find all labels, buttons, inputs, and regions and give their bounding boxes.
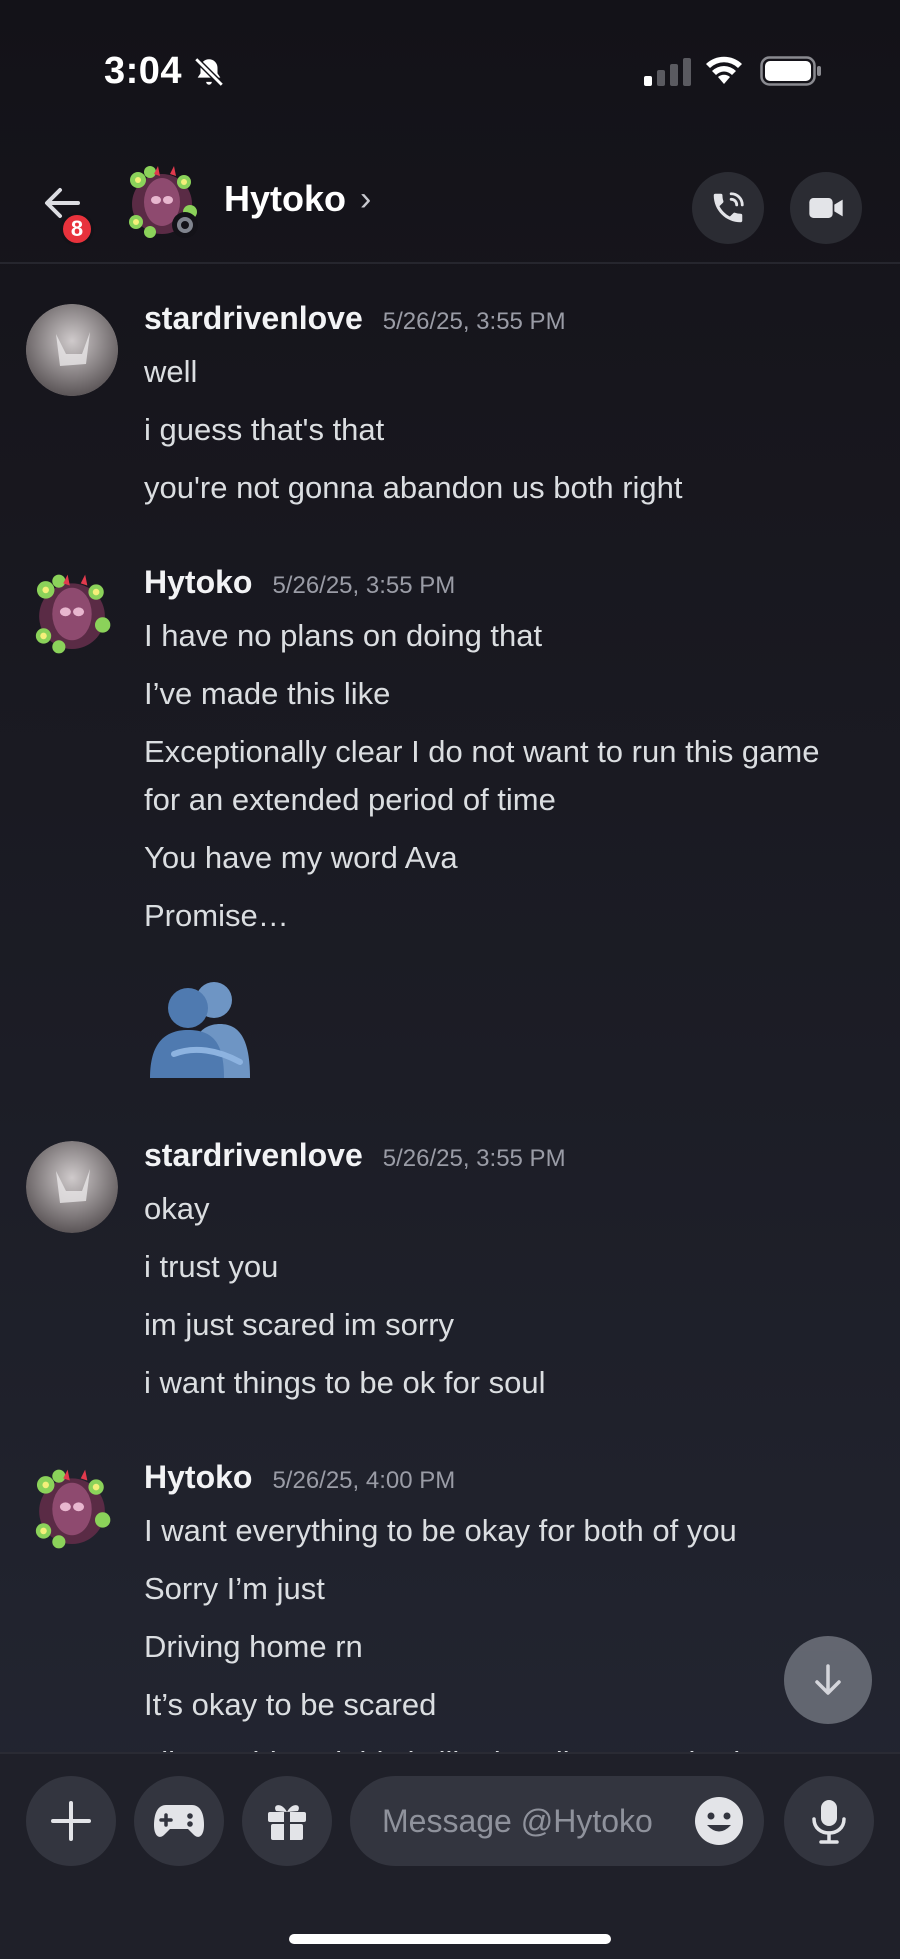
message-list[interactable]: stardrivenlove 5/26/25, 3:55 PM well i g… xyxy=(0,300,900,1752)
activities-button[interactable] xyxy=(134,1776,224,1866)
message-group: Hytoko 5/26/25, 4:00 PM I want everythin… xyxy=(0,1459,900,1752)
message-text[interactable]: I want everything to be okay for both of… xyxy=(144,1507,900,1555)
message-text[interactable]: Exceptionally clear I do not want to run… xyxy=(144,728,900,824)
message-group: stardrivenlove 5/26/25, 3:55 PM well i g… xyxy=(0,300,900,512)
message-group: Hytoko 5/26/25, 3:55 PM I have no plans … xyxy=(0,564,900,1085)
chevron-right-icon: › xyxy=(360,179,372,218)
message-username[interactable]: Hytoko xyxy=(144,564,252,601)
gift-icon xyxy=(268,1805,306,1840)
hytoko-avatar[interactable] xyxy=(26,1463,118,1555)
add-attachment-button[interactable] xyxy=(26,1776,116,1866)
message-timestamp: 5/26/25, 3:55 PM xyxy=(382,308,566,335)
wifi-icon xyxy=(706,56,742,84)
message-text[interactable]: Promise… xyxy=(144,892,900,940)
hytoko-avatar[interactable] xyxy=(26,568,118,660)
message-input[interactable] xyxy=(382,1802,682,1840)
message-text[interactable]: i guess that's that xyxy=(144,406,900,454)
video-camera-icon xyxy=(809,198,843,218)
gift-button[interactable] xyxy=(242,1776,332,1866)
phone-icon xyxy=(713,192,744,223)
message-text[interactable]: well xyxy=(144,348,900,396)
cellular-signal-icon xyxy=(644,58,691,86)
status-bar: 3:04 xyxy=(0,0,900,130)
message-timestamp: 5/26/25, 3:55 PM xyxy=(382,1145,566,1172)
idle-status-indicator xyxy=(172,212,198,238)
message-composer xyxy=(0,1752,900,1959)
home-indicator[interactable] xyxy=(289,1934,611,1944)
message-input-container[interactable] xyxy=(350,1776,764,1866)
message-username[interactable]: stardrivenlove xyxy=(144,300,363,337)
bell-off-icon xyxy=(194,57,224,87)
voice-call-button[interactable] xyxy=(692,172,764,244)
contact-name-button[interactable]: Hytoko › xyxy=(224,178,371,220)
message-text[interactable]: i trust you xyxy=(144,1243,900,1291)
emoji-icon[interactable] xyxy=(694,1796,744,1846)
stardrivenlove-avatar[interactable] xyxy=(26,304,118,396)
jump-to-bottom-button[interactable] xyxy=(784,1636,872,1724)
microphone-icon xyxy=(812,1800,846,1844)
message-username[interactable]: Hytoko xyxy=(144,1459,252,1496)
unread-badge: 8 xyxy=(60,212,94,246)
dm-header: 8 Hytoko › xyxy=(0,150,900,264)
message-text[interactable]: Like I told soul this is like handing so… xyxy=(144,1739,900,1752)
plus-icon xyxy=(51,1801,91,1841)
video-call-button[interactable] xyxy=(790,172,862,244)
stardrivenlove-avatar[interactable] xyxy=(26,1141,118,1233)
message-text[interactable]: I have no plans on doing that xyxy=(144,612,900,660)
contact-name: Hytoko xyxy=(224,178,347,219)
battery-icon xyxy=(760,56,821,86)
message-timestamp: 5/26/25, 3:55 PM xyxy=(272,572,456,599)
message-text[interactable]: You have my word Ava xyxy=(144,834,900,882)
message-text[interactable]: im just scared im sorry xyxy=(144,1301,900,1349)
voice-message-button[interactable] xyxy=(784,1776,874,1866)
message-text[interactable]: Sorry I’m just xyxy=(144,1565,900,1613)
gamepad-icon xyxy=(154,1805,204,1837)
message-timestamp: 5/26/25, 4:00 PM xyxy=(272,1467,456,1494)
message-username[interactable]: stardrivenlove xyxy=(144,1137,363,1174)
message-text[interactable]: you're not gonna abandon us both right xyxy=(144,464,900,512)
message-group: stardrivenlove 5/26/25, 3:55 PM okay i t… xyxy=(0,1137,900,1407)
arrow-down-icon xyxy=(815,1664,841,1695)
hug-sticker[interactable] xyxy=(144,970,254,1080)
message-text[interactable]: I’ve made this like xyxy=(144,670,900,718)
message-text[interactable]: okay xyxy=(144,1185,900,1233)
clock: 3:04 xyxy=(104,50,183,92)
message-text[interactable]: i want things to be ok for soul xyxy=(144,1359,900,1407)
